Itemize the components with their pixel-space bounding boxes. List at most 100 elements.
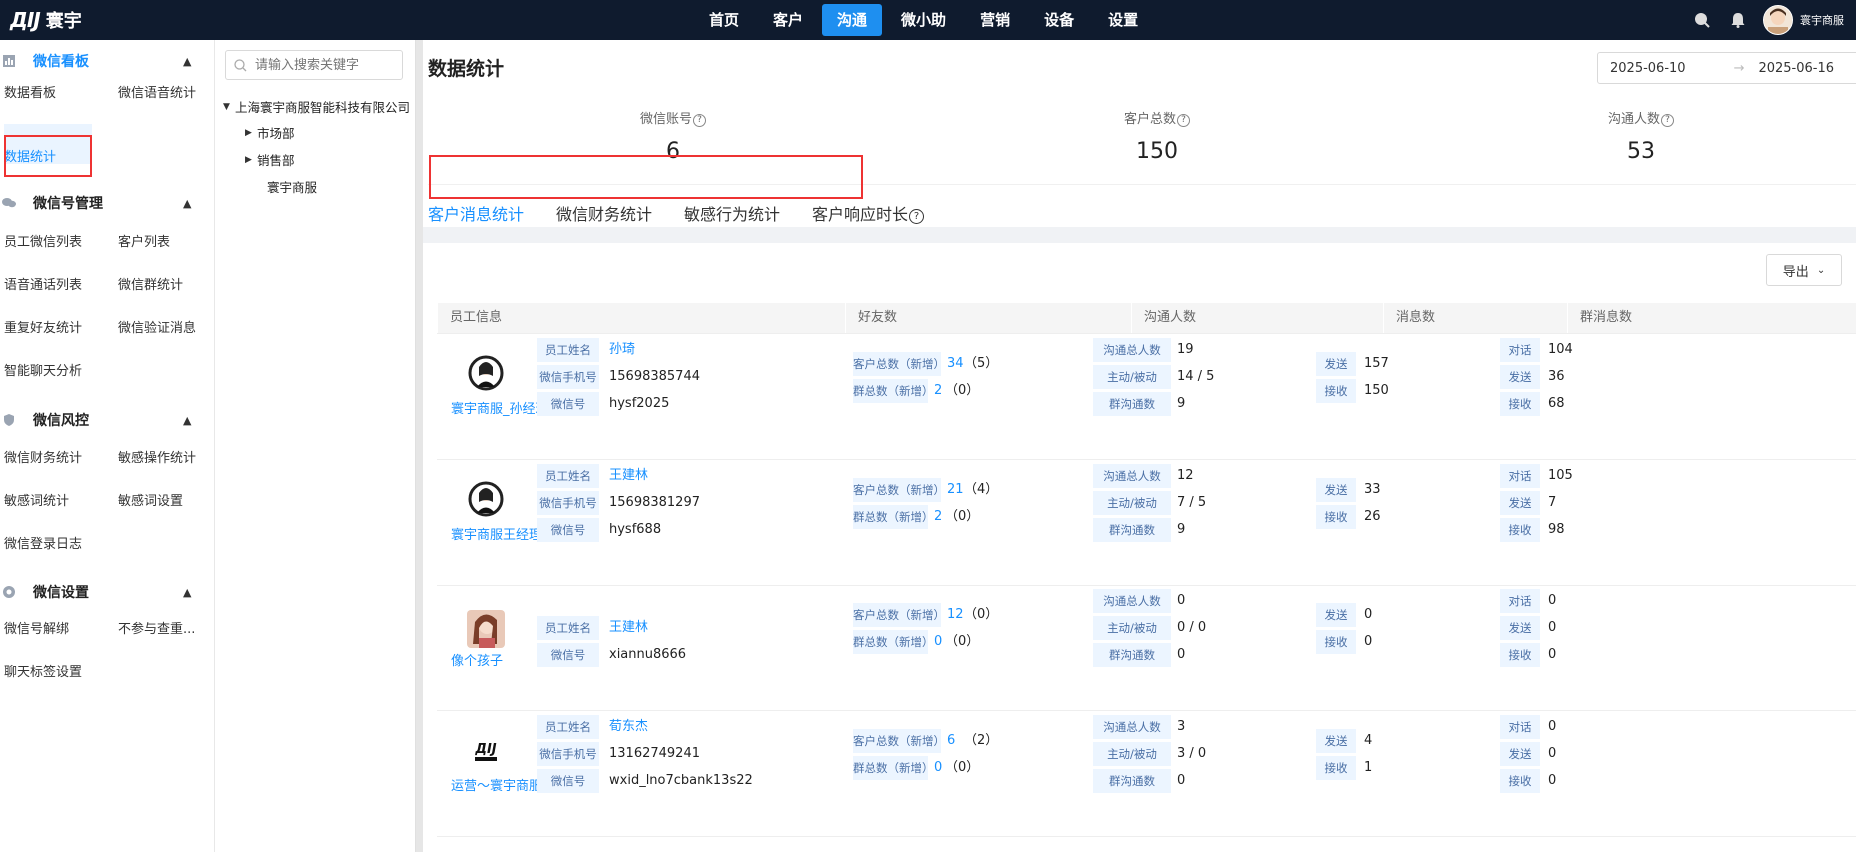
- label-send: 发送: [1316, 352, 1356, 376]
- sidebar-item-finance-stats[interactable]: 微信财务统计: [4, 447, 82, 466]
- emp-name: 孙琦: [609, 342, 636, 357]
- sidebar-item-sensitive-ops[interactable]: 敏感操作统计: [118, 447, 196, 466]
- label-recv: 接收: [1316, 505, 1356, 529]
- label-comm-total: 沟通总人数: [1093, 589, 1171, 613]
- label-group-comm: 群沟通数: [1093, 769, 1171, 793]
- sidebar-item-unbind[interactable]: 微信号解绑: [4, 618, 69, 637]
- group-new: （0）: [945, 634, 980, 649]
- caret-right-icon[interactable]: ▶: [245, 128, 257, 138]
- nav-assistant[interactable]: 微小助: [886, 4, 961, 36]
- comm-total: 19: [1177, 342, 1194, 357]
- col-messages: 消息数: [1383, 303, 1567, 333]
- label-wxid: 微信号: [537, 643, 599, 667]
- export-button[interactable]: 导出 ⌄: [1766, 254, 1842, 286]
- sidebar-item-chat-analysis[interactable]: 智能聊天分析: [4, 360, 82, 379]
- section-wechat-risk[interactable]: 微信风控 ▲: [0, 405, 214, 435]
- staff-display-name[interactable]: 运营～寰宇商服: [451, 775, 545, 794]
- sidebar-item-chat-tags[interactable]: 聊天标签设置: [4, 661, 82, 680]
- label-cust-total: 客户总数（新增）: [853, 729, 945, 753]
- arrow-right-icon: →: [1733, 60, 1745, 76]
- sidebar-item-login-log[interactable]: 微信登录日志: [4, 533, 82, 552]
- date-end[interactable]: 2025-06-16: [1758, 61, 1834, 76]
- label-emp-name: 员工姓名: [537, 715, 599, 739]
- sidebar-item-group-stats[interactable]: 微信群统计: [118, 274, 183, 293]
- active-passive: 3 / 0: [1177, 746, 1207, 761]
- group-total: 2: [934, 383, 943, 398]
- export-label: 导出: [1782, 264, 1809, 280]
- sidebar-item-data-board[interactable]: 数据看板: [4, 82, 56, 101]
- staff-display-name[interactable]: 寰宇商服王经理: [451, 524, 545, 543]
- sidebar-item-voice-stats[interactable]: 微信语音统计: [118, 82, 196, 101]
- label-dialog: 对话: [1500, 338, 1540, 362]
- caret-down-icon[interactable]: ▼: [223, 102, 235, 112]
- help-icon[interactable]: ?: [909, 209, 925, 224]
- tree-node-hysf[interactable]: 寰宇商服: [267, 177, 317, 196]
- caret-right-icon[interactable]: ▶: [245, 155, 257, 165]
- cust-new: （2）: [964, 733, 999, 748]
- table-row: 寰宇商服_孙经理 员工姓名 孙琦 微信手机号 15698385744 微信号 hysf202…: [437, 334, 1856, 460]
- staff-display-name[interactable]: 寰宇商服_孙经理: [451, 398, 545, 417]
- sidebar-item-no-dedupe[interactable]: 不参与查重...: [118, 618, 195, 637]
- nav-customer[interactable]: 客户: [758, 4, 818, 36]
- sidebar-item-sensitive-words[interactable]: 敏感词统计: [4, 490, 69, 509]
- emp-name: 王建林: [609, 620, 649, 635]
- stat-value: 150: [1136, 139, 1178, 164]
- msg-recv: 150: [1364, 383, 1389, 398]
- help-icon[interactable]: ?: [693, 114, 706, 127]
- chevron-up-icon[interactable]: ▲: [183, 197, 191, 210]
- staff-display-name[interactable]: 像个孩子: [451, 650, 545, 669]
- date-start[interactable]: 2025-06-10: [1610, 61, 1686, 76]
- chevron-up-icon[interactable]: ▲: [183, 414, 191, 427]
- help-icon[interactable]: ?: [1177, 114, 1190, 127]
- sidebar-item-verify-msg[interactable]: 微信验证消息: [118, 317, 196, 336]
- panel-divider[interactable]: [416, 40, 423, 852]
- tree-node-market[interactable]: ▶ 市场部: [245, 123, 295, 142]
- user-name[interactable]: 寰宇商服: [1800, 12, 1844, 28]
- label-recv: 接收: [1316, 756, 1356, 780]
- section-wechat-settings[interactable]: 微信设置 ▲: [0, 577, 214, 607]
- table-row: 像个孩子 员工姓名 王建林 微信号 xiannu8666 客户总数（新增） 12 （0） 群总数…: [437, 585, 1856, 711]
- cust-new: （0）: [964, 607, 999, 622]
- chat-bubbles-icon: [2, 198, 16, 208]
- tree-node-label: 上海寰宇商服智能科技有限公司: [235, 100, 411, 115]
- sidebar-item-duplicate-friends[interactable]: 重复好友统计: [4, 317, 82, 336]
- user-avatar[interactable]: [1763, 5, 1793, 35]
- msg-send: 4: [1364, 733, 1373, 748]
- sidebar-item-sensitive-settings[interactable]: 敏感词设置: [118, 490, 183, 509]
- sidebar-item-customer-list[interactable]: 客户列表: [118, 231, 170, 250]
- label-dialog: 对话: [1500, 589, 1540, 613]
- section-wechat-account-mgmt[interactable]: 微信号管理 ▲: [0, 188, 214, 218]
- nav-communication[interactable]: 沟通: [822, 4, 883, 36]
- chevron-up-icon[interactable]: ▲: [183, 55, 191, 68]
- label-group-total: 群总数（新增）: [853, 379, 934, 403]
- tree-search[interactable]: [225, 50, 403, 80]
- section-wechat-board[interactable]: 微信看板 ▲: [0, 46, 214, 76]
- table-header: 员工信息 好友数 沟通人数 消息数 群消息数: [437, 303, 1856, 334]
- nav-marketing[interactable]: 营销: [965, 4, 1025, 36]
- date-range-picker[interactable]: 2025-06-10 → 2025-06-16: [1597, 52, 1856, 84]
- nav-device[interactable]: 设备: [1029, 4, 1089, 36]
- search-input[interactable]: [253, 56, 397, 74]
- bell-icon[interactable]: [1727, 9, 1749, 31]
- logo-mark: ДIJ: [10, 8, 41, 32]
- chevron-up-icon[interactable]: ▲: [183, 586, 191, 599]
- brand-logo[interactable]: ДIJ 寰宇: [10, 8, 82, 32]
- stat-customer-total: 客户总数? 150: [1097, 100, 1217, 164]
- help-icon[interactable]: ?: [1661, 114, 1674, 127]
- group-total: 0: [934, 760, 943, 775]
- label-wxid: 微信号: [537, 769, 599, 793]
- tree-node-sales[interactable]: ▶ 销售部: [245, 150, 295, 169]
- tree-node-root[interactable]: ▼ 上海寰宇商服智能科技有限公司: [223, 97, 415, 116]
- nav-home[interactable]: 首页: [694, 4, 754, 36]
- group-new: （0）: [945, 509, 980, 524]
- sidebar-item-voice-call-list[interactable]: 语音通话列表: [4, 274, 82, 293]
- label-group-recv: 接收: [1500, 769, 1540, 793]
- nav-settings[interactable]: 设置: [1093, 4, 1153, 36]
- stat-label: 微信账号: [639, 112, 692, 127]
- group-send: 0: [1548, 746, 1557, 761]
- search-icon[interactable]: [1691, 9, 1713, 31]
- sidebar-item-staff-wechat[interactable]: 员工微信列表: [4, 231, 82, 250]
- chevron-down-icon: ⌄: [1816, 264, 1826, 276]
- section-title: 微信看板: [33, 54, 89, 70]
- msg-recv: 0: [1364, 634, 1373, 649]
